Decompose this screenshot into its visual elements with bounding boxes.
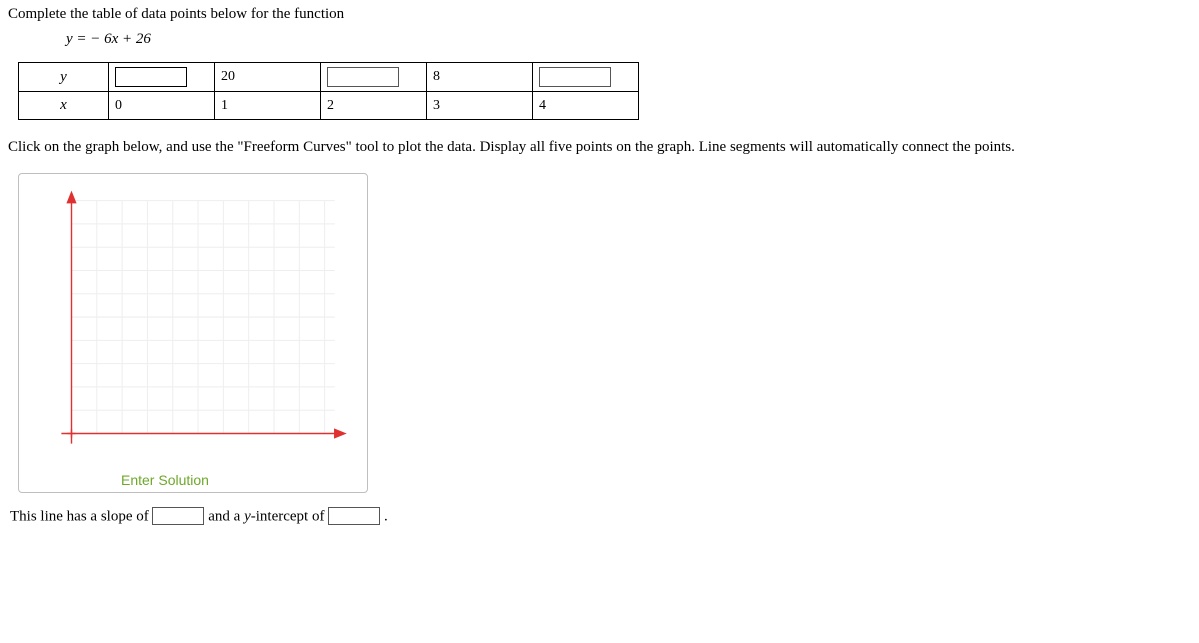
final-var: y bbox=[244, 508, 251, 524]
equation: y = − 6x + 26 bbox=[66, 31, 1191, 48]
question-prompt: Complete the table of data points below … bbox=[8, 6, 1191, 23]
row-y: y 20 8 bbox=[19, 63, 639, 92]
axes bbox=[61, 192, 345, 443]
data-table: y 20 8 x 0 1 2 3 4 bbox=[18, 62, 639, 120]
final-post: -intercept of bbox=[251, 508, 325, 524]
graph-instruction: Click on the graph below, and use the "F… bbox=[8, 138, 1191, 157]
final-mid: and a bbox=[208, 508, 244, 524]
y-input-0[interactable] bbox=[115, 67, 187, 87]
y-cell-2 bbox=[321, 63, 427, 92]
final-period: . bbox=[384, 508, 388, 524]
x-cell-1: 1 bbox=[215, 92, 321, 120]
x-cell-4: 4 bbox=[533, 92, 639, 120]
graph-svg bbox=[31, 188, 355, 466]
y-cell-4 bbox=[533, 63, 639, 92]
x-cell-0: 0 bbox=[109, 92, 215, 120]
y-cell-1: 20 bbox=[215, 63, 321, 92]
graph-container[interactable]: Enter Solution bbox=[18, 173, 368, 493]
slope-input[interactable] bbox=[152, 507, 204, 525]
intercept-input[interactable] bbox=[328, 507, 380, 525]
final-answer-line: This line has a slope of and a y-interce… bbox=[10, 507, 1191, 526]
y-input-2[interactable] bbox=[327, 67, 399, 87]
y-cell-3: 8 bbox=[427, 63, 533, 92]
graph-plot-area[interactable] bbox=[31, 188, 355, 466]
grid-lines bbox=[72, 200, 335, 433]
x-cell-2: 2 bbox=[321, 92, 427, 120]
y-input-4[interactable] bbox=[539, 67, 611, 87]
row-x-label: x bbox=[19, 92, 109, 120]
final-pre: This line has a slope of bbox=[10, 508, 149, 524]
row-x: x 0 1 2 3 4 bbox=[19, 92, 639, 120]
enter-solution-link[interactable]: Enter Solution bbox=[31, 466, 355, 488]
x-cell-3: 3 bbox=[427, 92, 533, 120]
row-y-label: y bbox=[19, 63, 109, 92]
y-cell-0 bbox=[109, 63, 215, 92]
